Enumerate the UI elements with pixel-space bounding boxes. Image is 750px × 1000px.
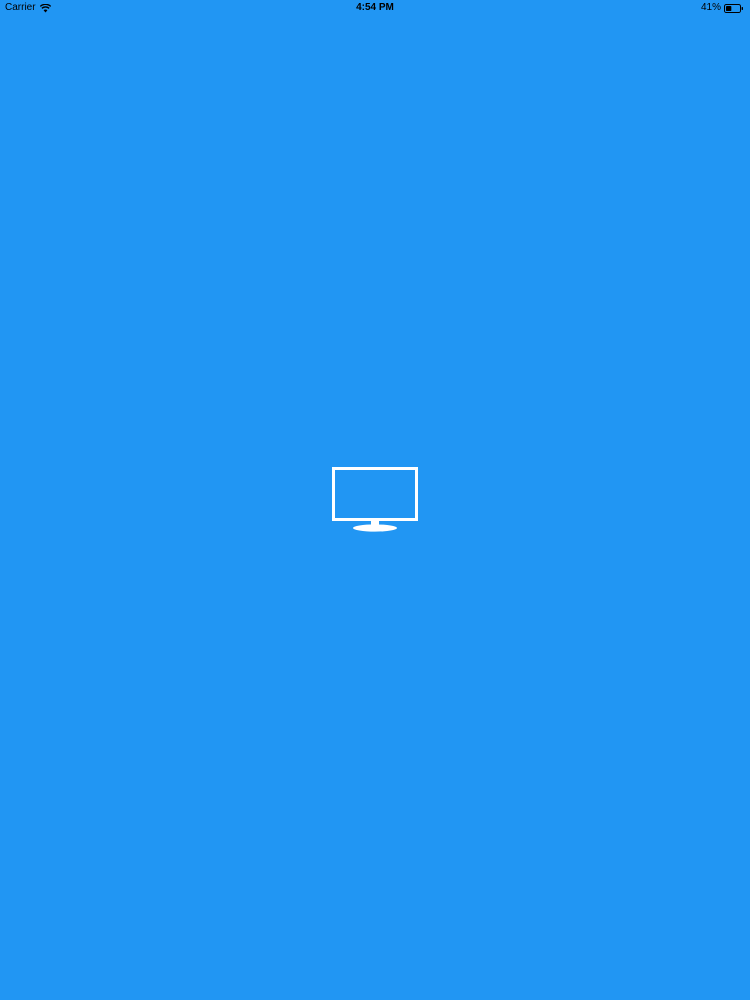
status-bar: Carrier 4:54 PM 41% xyxy=(0,0,750,15)
battery-percent: 41% xyxy=(700,2,721,13)
status-time: 4:54 PM xyxy=(356,2,394,13)
status-bar-right: 41% xyxy=(701,0,744,15)
battery-icon xyxy=(724,3,744,13)
launch-screen: Carrier 4:54 PM 41% xyxy=(0,0,750,1000)
monitor-icon xyxy=(331,466,419,534)
